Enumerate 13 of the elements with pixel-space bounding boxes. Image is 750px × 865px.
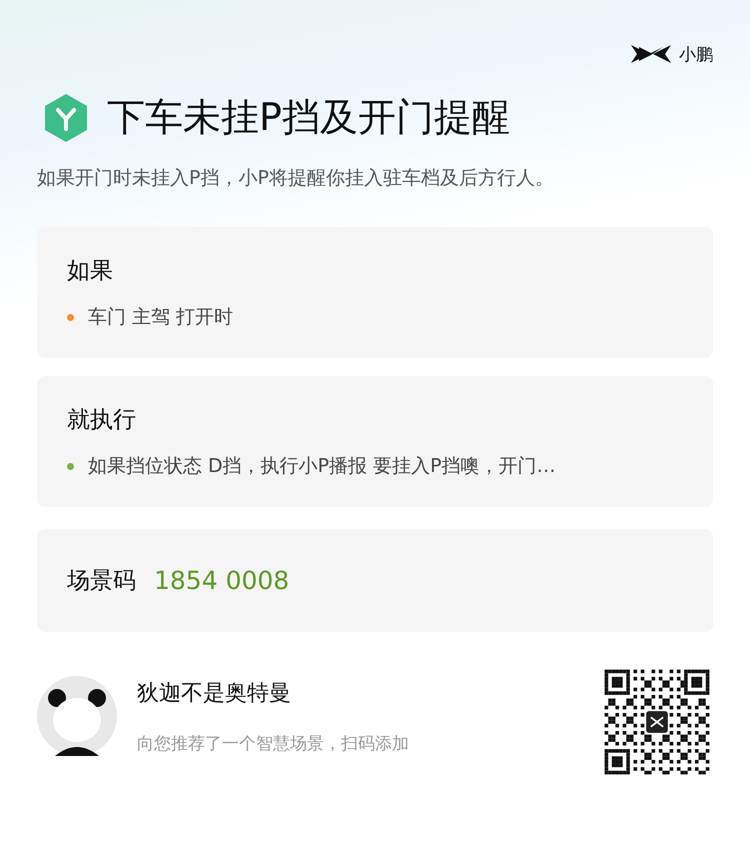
scene-code: 1854 0008 xyxy=(154,566,290,595)
rule-text: 车门 主驾 打开时 xyxy=(88,305,234,330)
logo-icon xyxy=(631,44,671,64)
scene-icon xyxy=(43,92,89,142)
brand-name: 小鹏 xyxy=(679,44,713,66)
card-title: 场景码 xyxy=(67,567,136,596)
page-title: 下车未挂P挡及开门提醒 xyxy=(107,94,510,141)
recommend-message: 向您推荐了一个智慧场景，扫码添加 xyxy=(137,732,410,754)
card-title: 如果 xyxy=(67,257,114,286)
rule-text: 如果挡位状态 D挡，执行小P播报 要挂入P挡噢，开门… xyxy=(88,454,556,479)
user-name: 狄迦不是奥特曼 xyxy=(137,680,292,708)
description: 如果开门时未挂入P挡，小P将提醒你挂入驻车档及后方行人。 xyxy=(37,166,555,191)
card-title: 就执行 xyxy=(67,406,137,435)
